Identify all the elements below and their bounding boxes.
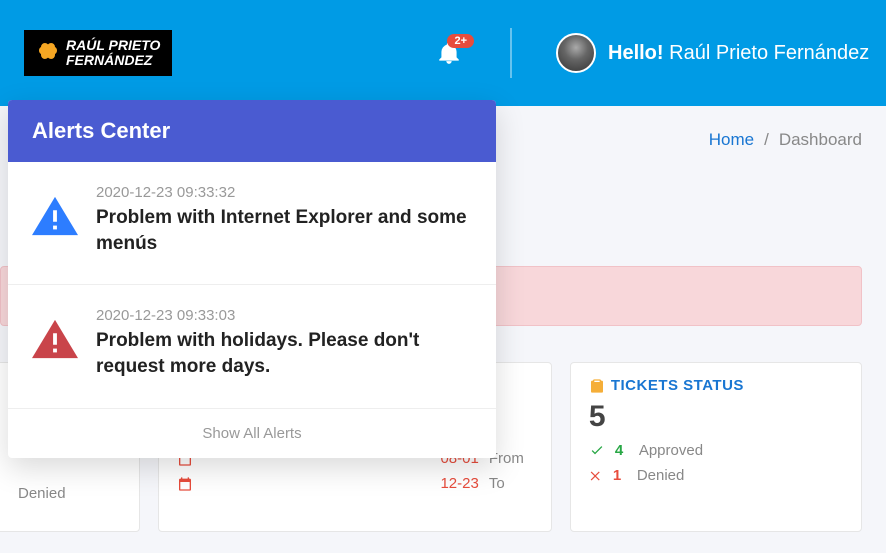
alerts-header: Alerts Center bbox=[8, 100, 496, 162]
user-menu[interactable]: Hello! Raúl Prieto Fernández bbox=[556, 33, 869, 73]
warning-icon bbox=[32, 196, 78, 236]
calendar-icon bbox=[177, 476, 193, 492]
topbar-divider bbox=[510, 28, 512, 78]
brain-icon bbox=[36, 41, 60, 65]
approved-row: 4 Approved bbox=[589, 442, 843, 459]
tickets-count: 5 bbox=[589, 400, 843, 434]
alert-message: Problem with Internet Explorer and some … bbox=[96, 205, 472, 256]
breadcrumb-home-link[interactable]: Home bbox=[709, 130, 754, 150]
card-row: Denied bbox=[18, 485, 121, 502]
bell-badge: 2+ bbox=[447, 34, 474, 48]
alerts-dropdown: Alerts Center 2020-12-23 09:33:32 Proble… bbox=[8, 100, 496, 458]
alert-item[interactable]: 2020-12-23 09:33:03 Problem with holiday… bbox=[8, 285, 496, 408]
alert-item[interactable]: 2020-12-23 09:33:32 Problem with Interne… bbox=[8, 162, 496, 285]
avatar bbox=[556, 33, 596, 73]
breadcrumb-current: Dashboard bbox=[779, 130, 862, 150]
logo-text: RAÚL PRIETO FERNÁNDEZ bbox=[66, 38, 160, 69]
denied-label: Denied bbox=[18, 485, 66, 502]
alert-timestamp: 2020-12-23 09:33:03 bbox=[96, 307, 472, 324]
topbar: RAÚL PRIETO FERNÁNDEZ 2+ Hello! Raúl Pri… bbox=[0, 0, 886, 106]
close-icon bbox=[589, 469, 603, 483]
show-all-alerts-link[interactable]: Show All Alerts bbox=[8, 409, 496, 458]
breadcrumb-separator: / bbox=[764, 130, 769, 150]
alert-message: Problem with holidays. Please don't requ… bbox=[96, 328, 472, 379]
alerts-bell[interactable]: 2+ bbox=[436, 40, 462, 66]
logo[interactable]: RAÚL PRIETO FERNÁNDEZ bbox=[24, 30, 172, 77]
clipboard-icon bbox=[589, 378, 605, 394]
denied-row: 1 Denied bbox=[589, 467, 843, 484]
alert-timestamp: 2020-12-23 09:33:32 bbox=[96, 184, 472, 201]
card-title: TICKETS STATUS bbox=[589, 377, 843, 394]
date-to-row: 12-23 To bbox=[177, 475, 533, 492]
check-icon bbox=[589, 443, 605, 459]
warning-icon bbox=[32, 319, 78, 359]
card-tickets-status[interactable]: TICKETS STATUS 5 4 Approved 1 Denied bbox=[570, 362, 862, 532]
greeting: Hello! Raúl Prieto Fernández bbox=[608, 42, 869, 65]
breadcrumb: Home / Dashboard bbox=[709, 130, 862, 150]
